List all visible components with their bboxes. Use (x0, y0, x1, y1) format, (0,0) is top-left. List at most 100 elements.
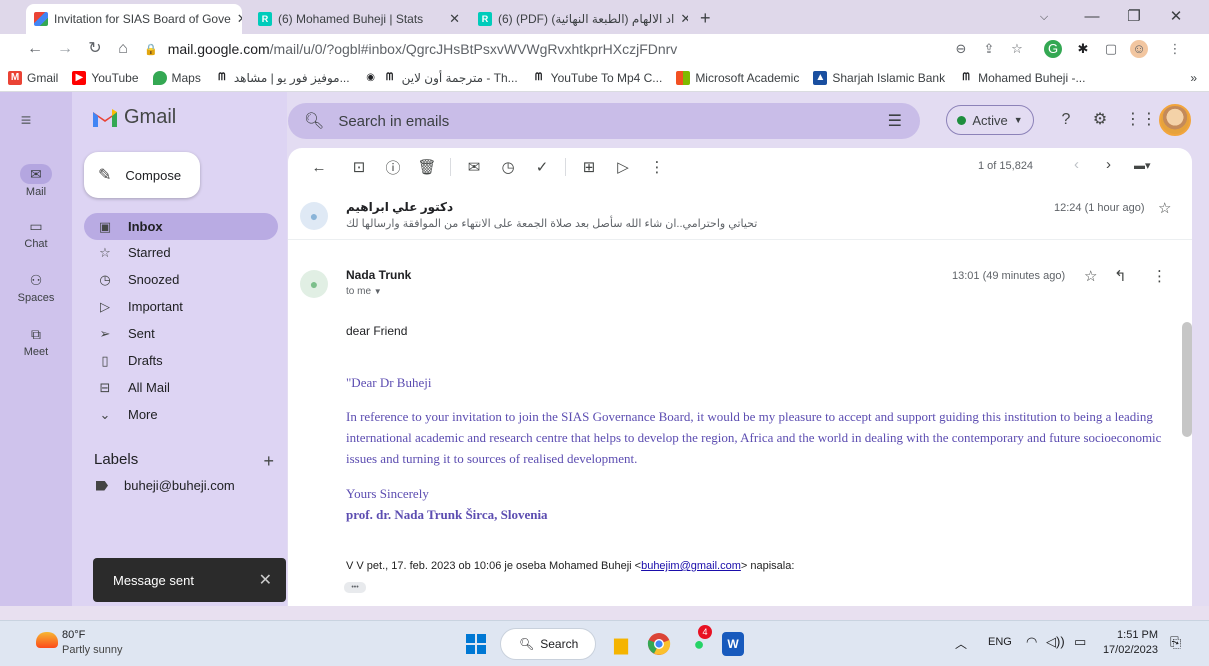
nav-starred[interactable]: ☆ Starred (84, 239, 278, 266)
weather-temp[interactable]: 80°F (62, 629, 85, 641)
report-spam-icon[interactable]: ⓘ (376, 157, 410, 178)
more-options-icon[interactable]: ⋮ (640, 158, 674, 176)
main-menu-icon[interactable]: ≡ (10, 104, 42, 136)
zoom-icon[interactable]: ⊖ (952, 40, 970, 58)
bookmark-mp4[interactable]: ᗰ YouTube To Mp4 C... (532, 71, 662, 85)
close-tab-icon[interactable]: ✕ (443, 11, 460, 27)
mark-unread-icon[interactable]: ✉ (457, 158, 491, 176)
nav-all-mail[interactable]: ⊟ All Mail (84, 374, 278, 401)
minimize-button[interactable]: — (1072, 6, 1112, 28)
rail-meet[interactable]: ⧉ Meet (0, 324, 72, 358)
recipient-line[interactable]: to me ▼ (346, 286, 382, 297)
word-icon[interactable]: W (722, 632, 744, 656)
snooze-icon[interactable]: ◷ (491, 158, 525, 176)
bookmark-maps[interactable]: Maps (152, 70, 201, 85)
bookmark-movies[interactable]: ᗰ موفيز فور يو | مشاهد... (215, 71, 349, 85)
star-icon[interactable]: ☆ (1158, 199, 1171, 217)
bookmark-youtube[interactable]: ▶ YouTube (72, 70, 139, 85)
reload-icon[interactable]: ↻ (82, 34, 108, 64)
bookmark-star-icon[interactable]: ☆ (1008, 40, 1026, 58)
menu-kebab-icon[interactable]: ⋮ (1166, 40, 1184, 58)
tab-search-icon[interactable]: ⌵ (1024, 6, 1064, 28)
back-to-inbox-icon[interactable]: ← (302, 159, 336, 176)
search-icon[interactable]: 🔍︎ (304, 111, 324, 131)
wifi-icon[interactable]: ◠ (1026, 634, 1037, 650)
more-bookmarks-icon[interactable]: » (1190, 71, 1197, 85)
compose-button[interactable]: ✎ Compose (84, 152, 200, 198)
show-trimmed-button[interactable]: ••• (344, 582, 366, 593)
notifications-icon[interactable]: ⎘ (1170, 634, 1181, 651)
share-icon[interactable]: ⇪ (980, 40, 998, 58)
home-icon[interactable]: ⌂ (110, 34, 136, 64)
back-icon[interactable]: ← (22, 34, 48, 64)
clock-time[interactable]: 1:51 PM (1100, 629, 1158, 641)
bookmark-buheji[interactable]: ᗰ Mohamed Buheji -... (959, 71, 1085, 85)
add-label-icon[interactable]: + (263, 451, 274, 472)
extensions-icon[interactable]: ✱ (1074, 40, 1092, 58)
rail-chat[interactable]: ▭ Chat (0, 216, 72, 250)
close-icon[interactable]: ✕ (259, 570, 272, 590)
search-input[interactable]: Search in emails (338, 113, 449, 130)
delete-icon[interactable]: 🗑︎ (410, 158, 444, 176)
forward-icon[interactable]: → (52, 34, 78, 64)
email-link[interactable]: buhejim@gmail.com (641, 560, 741, 572)
apps-grid-icon[interactable]: ⋮⋮ (1125, 108, 1157, 132)
clock-date[interactable]: 17/02/2023 (1098, 644, 1158, 656)
url-bar[interactable]: 🔒 mail.google.com/mail/u/0/?ogbl#inbox/Q… (144, 37, 994, 61)
nav-drafts[interactable]: ▯ Drafts (84, 347, 278, 374)
rail-mail[interactable]: ✉ Mail (0, 164, 72, 198)
star-icon[interactable]: ☆ (1084, 267, 1097, 285)
newer-icon[interactable]: ‹ (1074, 156, 1079, 173)
tab-gmail[interactable]: Invitation for SIAS Board of Gove ✕ (26, 4, 242, 34)
help-icon[interactable]: ? (1054, 108, 1078, 132)
weather-icon[interactable] (36, 632, 58, 648)
reply-icon[interactable]: ↰ (1114, 267, 1127, 285)
nav-snoozed[interactable]: ◷ Snoozed (84, 266, 278, 293)
bookmark-translated[interactable]: ◉ ᗰ مترجمة أون لاين - Th... (364, 71, 517, 85)
windows-start-icon[interactable] (460, 628, 492, 660)
nav-inbox[interactable]: ▣ Inbox (84, 213, 278, 240)
settings-gear-icon[interactable]: ⚙ (1088, 108, 1112, 132)
gmail-logo[interactable]: Gmail (92, 106, 176, 129)
bookmark-gmail[interactable]: M Gmail (8, 70, 58, 85)
close-tab-icon[interactable]: ✕ (674, 11, 688, 27)
profile-icon[interactable]: ☺ (1130, 40, 1148, 58)
nav-more[interactable]: ⌄ More (84, 401, 278, 428)
inbox-icon: ▣ (98, 218, 112, 234)
archive-icon[interactable]: ⊡ (342, 158, 376, 176)
search-bar[interactable]: 🔍︎ Search in emails ☰ (288, 103, 920, 139)
input-tools-icon[interactable]: ▬▾ (1134, 159, 1151, 172)
bookmark-sharjah-bank[interactable]: ▲ Sharjah Islamic Bank (813, 70, 945, 85)
bookmark-microsoft-academic[interactable]: Microsoft Academic (676, 70, 799, 85)
close-window-button[interactable]: ✕ (1156, 6, 1196, 28)
label-tag-icon[interactable]: ▷ (606, 158, 640, 176)
older-icon[interactable]: › (1106, 156, 1111, 173)
scrollbar[interactable] (1182, 322, 1192, 437)
taskbar-search[interactable]: 🔍︎ Search (500, 628, 596, 660)
battery-icon[interactable]: ▭ (1074, 634, 1086, 650)
account-avatar[interactable] (1159, 104, 1191, 136)
add-task-icon[interactable]: ✓ (525, 158, 559, 176)
volume-icon[interactable]: ◁)) (1046, 634, 1065, 650)
sidepanel-icon[interactable]: ▢ (1102, 40, 1120, 58)
restore-button[interactable]: ❐ (1114, 6, 1154, 28)
nav-important[interactable]: ▷ Important (84, 293, 278, 320)
new-tab-button[interactable]: + (700, 8, 711, 29)
file-explorer-icon[interactable]: ▆ (605, 628, 637, 660)
more-options-icon[interactable]: ⋮ (1152, 267, 1167, 285)
move-to-icon[interactable]: ⊞ (572, 158, 606, 176)
tab-pdf[interactable]: R (6) (PDF) (الطبعة النهائية) اد الالهام… (470, 4, 688, 34)
chrome-icon[interactable] (643, 628, 675, 660)
search-options-icon[interactable]: ☰ (888, 111, 902, 131)
show-hidden-icons[interactable]: ︿ (955, 635, 967, 652)
tab-stats[interactable]: R (6) Mohamed Buheji | Stats ✕ (250, 4, 468, 34)
language-indicator[interactable]: ENG (988, 636, 1012, 648)
close-tab-icon[interactable]: ✕ (231, 11, 242, 27)
rail-spaces[interactable]: ⚇ Spaces (0, 270, 72, 304)
nav-sent[interactable]: ➢ Sent (84, 320, 278, 347)
status-button[interactable]: Active ▼ (946, 105, 1034, 135)
collapsed-message[interactable]: ● دكتور علي ابراهيم تحياتي واحترامي..ان … (288, 190, 1192, 240)
grammarly-icon[interactable]: G (1044, 40, 1062, 58)
label-item[interactable]: buheji@buheji.com (96, 478, 235, 493)
